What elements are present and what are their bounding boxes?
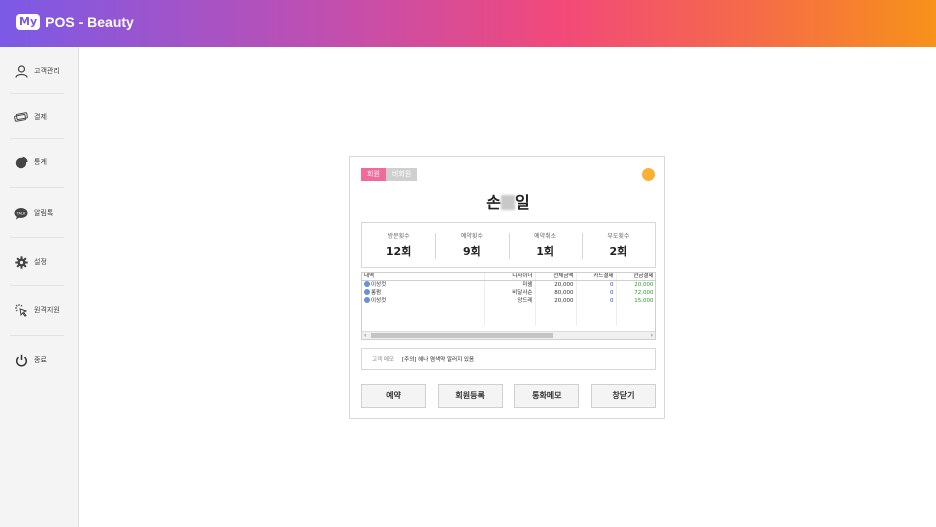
cell-card: 0 [576,297,617,305]
app-title: POS - Beauty [45,14,134,30]
table-row[interactable]: 이성컷 미쉘 20,000 0 20,000 [362,280,655,289]
call-memo-button[interactable]: 통화메모 [514,384,580,408]
sidebar-item-stats[interactable]: 통계 [0,139,79,185]
stat-value: 9회 [462,245,481,258]
cell-designer: 앙드레 [484,297,536,305]
register-member-button[interactable]: 회원등록 [437,384,503,408]
divider [10,335,64,336]
history-table: 내역 디자이너 전체금액 카드결제 현금결제 이성컷 미쉘 20,000 0 2… [361,272,656,340]
sidebar-item-payment[interactable]: 결제 [0,94,79,140]
customer-detail-dialog: 회원 비회원 손일 방문횟수 12회 예약횟수 9회 예약취소 1회 부도횟수 … [349,156,665,419]
pie-chart-icon [14,155,28,169]
stat-cancellations: 예약취소 1회 [508,231,582,259]
person-icon [364,281,370,287]
stat-value: 12회 [385,245,412,258]
memo-text: [주의] 헤나 염색약 알러지 있음 [402,357,475,363]
reserve-button[interactable]: 예약 [361,384,426,408]
memo-label: 고객 메모 [372,357,394,363]
item-label: 롱펌 [371,290,382,296]
cell-item: 이성컷 [362,297,485,305]
table-row[interactable]: 이성컷 앙드레 20,000 0 15,000 [362,297,655,305]
svg-text:TALK: TALK [16,211,26,215]
table-row-empty [362,312,655,319]
sidebar-item-label: 알림톡 [34,209,54,217]
person-icon [364,289,370,295]
table-header-row: 내역 디자이너 전체금액 카드결제 현금결제 [362,273,655,281]
table-row[interactable]: 롱펌 비달사순 80,000 0 72,000 [362,289,655,297]
sidebar: 고객관리 결제 통계 TALK 알림톡 설정 원격지원 종료 [0,47,79,527]
divider [10,237,64,238]
sidebar-item-label: 결제 [34,113,47,121]
card-icon [14,110,28,124]
stat-no-shows: 부도횟수 2회 [581,231,655,259]
sidebar-item-exit[interactable]: 종료 [0,337,79,383]
sidebar-item-label: 원격지원 [34,306,60,314]
app-logo: My POS - Beauty [16,14,134,30]
column-header[interactable]: 내역 [362,273,485,281]
sidebar-item-customer[interactable]: 고객관리 [0,48,79,94]
customer-name-last: 일 [515,193,530,212]
stat-label: 방문횟수 [387,233,410,240]
scroll-left-icon[interactable]: ‹ [364,332,366,339]
stat-value: 2회 [609,245,628,258]
sidebar-item-settings[interactable]: 설정 [0,239,79,285]
visit-stats-panel: 방문횟수 12회 예약횟수 9회 예약취소 1회 부도횟수 2회 [361,222,656,268]
close-window-button[interactable]: 창닫기 [590,384,656,408]
stat-label: 예약취소 [534,233,557,240]
cell-total: 20,000 [535,297,577,305]
tab-non-member[interactable]: 비회원 [385,168,418,181]
dialog-actions: 예약 회원등록 통화메모 창닫기 [361,384,656,408]
cell-item: 롱펌 [362,289,485,297]
user-icon [14,64,28,78]
cell-cash: 15,000 [616,297,655,305]
stat-visits: 방문횟수 12회 [362,231,435,259]
tab-member[interactable]: 회원 [361,168,386,181]
cell-total: 20,000 [535,280,577,289]
cell-designer: 비달사순 [484,289,536,297]
column-header[interactable]: 전체금액 [535,273,577,281]
power-icon [14,353,28,367]
talk-icon: TALK [14,206,28,220]
stat-label: 부도횟수 [607,233,630,240]
divider [10,285,64,286]
divider [10,187,64,188]
sidebar-item-label: 설정 [34,258,47,266]
horizontal-scrollbar[interactable]: ‹ › [362,331,655,339]
scrollbar-thumb[interactable] [371,333,553,338]
scroll-right-icon[interactable]: › [651,332,653,339]
item-label: 이성컷 [371,282,387,288]
status-indicator [642,168,655,181]
stat-value: 1회 [536,245,555,258]
column-header[interactable]: 디자이너 [484,273,536,281]
column-header[interactable]: 카드결제 [576,273,617,281]
gear-icon [14,255,28,269]
sidebar-item-label: 고객관리 [34,67,60,75]
table-row-empty [362,319,655,326]
stat-reservations: 예약횟수 9회 [435,231,508,259]
cell-total: 80,000 [535,289,577,297]
cell-cash: 72,000 [616,289,655,297]
cell-cash: 20,000 [616,280,655,289]
sidebar-item-alimtalk[interactable]: TALK 알림톡 [0,190,79,236]
customer-name: 손일 [350,189,666,213]
member-type-tabs: 회원 비회원 [361,168,418,181]
cell-item: 이성컷 [362,280,485,289]
cell-card: 0 [576,280,617,289]
column-header[interactable]: 현금결제 [616,273,655,281]
person-icon [364,297,370,303]
sidebar-item-label: 통계 [34,158,47,166]
cell-designer: 미쉘 [484,280,536,289]
sidebar-item-remote[interactable]: 원격지원 [0,287,79,333]
app-header: My POS - Beauty [0,0,936,47]
customer-name-first: 손 [486,193,501,212]
table-row-empty [362,305,655,312]
logo-badge: My [16,14,41,30]
sidebar-item-label: 종료 [34,356,47,364]
item-label: 이성컷 [371,298,387,304]
customer-memo: 고객 메모 [주의] 헤나 염색약 알러지 있음 [361,348,656,370]
cell-card: 0 [576,289,617,297]
name-mask [501,195,515,210]
remote-icon [14,303,28,317]
stat-label: 예약횟수 [460,233,483,240]
